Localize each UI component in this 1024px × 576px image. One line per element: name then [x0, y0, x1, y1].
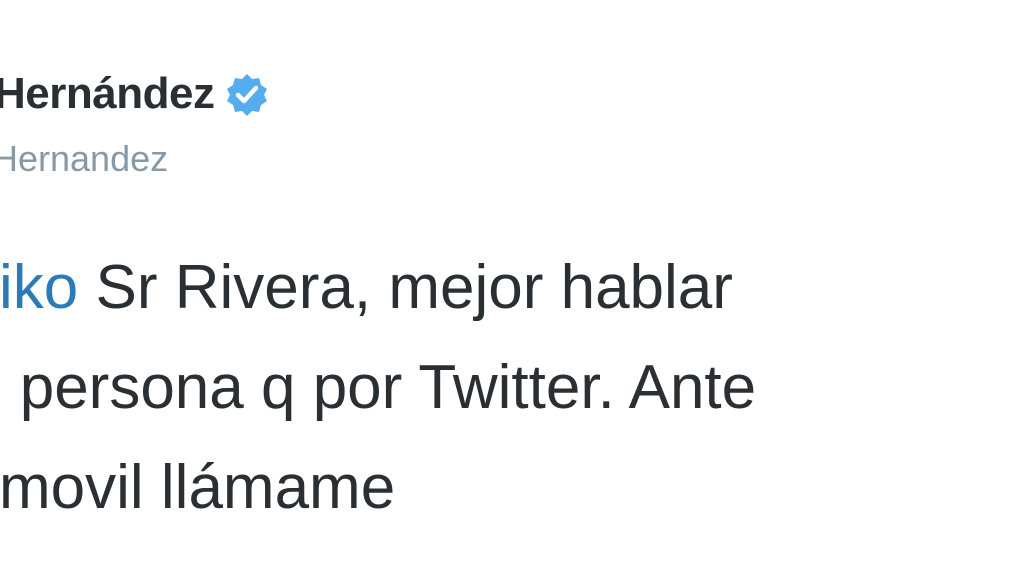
mention-link[interactable]: kiko: [0, 253, 78, 322]
tweet-text: kiko Sr Rivera, mejor hablar n persona q…: [0, 238, 1024, 538]
author-name-row: Hernández: [0, 66, 270, 122]
author-display-name[interactable]: Hernández: [0, 66, 215, 122]
verified-badge-icon: [224, 72, 270, 118]
tweet-card: Hernández Hernandez kiko Sr Rivera, mejo…: [0, 0, 1024, 576]
tweet-text-line-1: kiko Sr Rivera, mejor hablar: [0, 238, 1024, 338]
tweet-text-line-2: n persona q por Twitter. Ante: [0, 353, 757, 422]
author-handle[interactable]: Hernandez: [0, 135, 168, 183]
tweet-text-line-3: l movil llámame: [0, 453, 396, 522]
tweet-text-segment: Sr Rivera, mejor hablar: [78, 253, 733, 322]
